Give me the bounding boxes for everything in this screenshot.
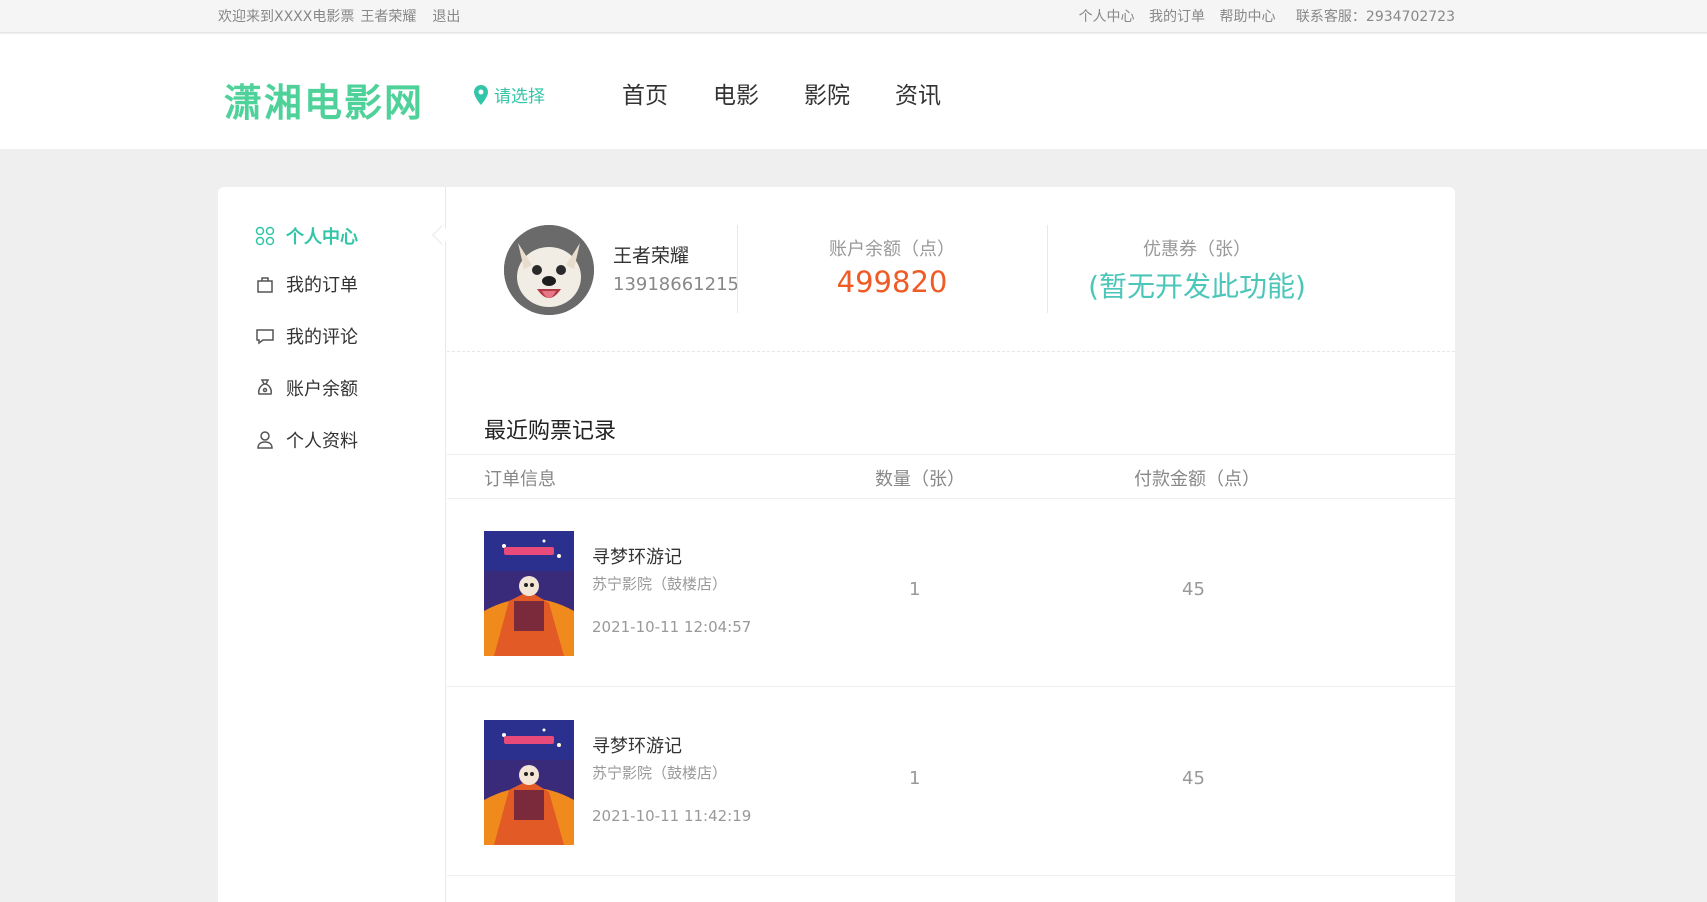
top-link-help[interactable]: 帮助中心 (1219, 9, 1275, 25)
top-link-orders[interactable]: 我的订单 (1149, 9, 1205, 25)
city-selector[interactable]: 请选择 (474, 82, 545, 107)
site-logo[interactable]: 潇湘电影网 (224, 72, 424, 127)
movie-title[interactable]: 寻梦环游记 (592, 732, 682, 758)
order-amount: 45 (1182, 579, 1205, 600)
sidebar-item-label: 个人资料 (286, 431, 358, 452)
profile-name: 王者荣耀 (613, 245, 690, 267)
site-header: 潇湘电影网 请选择 首页 电影 影院 资讯 (0, 34, 1707, 149)
balance-value: 499820 (836, 265, 948, 299)
sidebar-item-label: 账户余额 (286, 379, 358, 400)
movie-poster[interactable] (484, 720, 574, 845)
nav-movies[interactable]: 电影 (713, 83, 759, 109)
coupon-value: (暂无开发此功能) (1088, 270, 1306, 303)
sidebar-item-label: 个人中心 (286, 227, 358, 248)
profile-summary: 王者荣耀 13918661215 账户余额（点） 499820 优惠券（张） (… (447, 187, 1455, 352)
movie-poster[interactable] (484, 531, 574, 656)
logout-link[interactable]: 退出 (432, 9, 460, 25)
order-time: 2021-10-11 11:42:19 (592, 807, 752, 825)
nav-cinemas[interactable]: 影院 (804, 83, 850, 109)
order-quantity: 1 (909, 579, 921, 600)
bag-icon (254, 273, 276, 295)
sidebar-item-personal-info[interactable]: 个人资料 (254, 427, 358, 453)
records-table-header: 订单信息 数量（张） 付款金额（点） (447, 454, 1455, 499)
table-row[interactable]: 寻梦环游记 苏宁影院（鼓楼店） 2021-10-11 12:04:57 1 45 (447, 499, 1455, 687)
comment-icon (254, 325, 276, 347)
sidebar-item-label: 我的订单 (286, 275, 358, 296)
records-title: 最近购票记录 (484, 419, 617, 444)
city-label: 请选择 (494, 87, 545, 107)
column-order-info: 订单信息 (484, 469, 556, 490)
sidebar: 个人中心 我的订单 我的评论 账户余额 个人资料 (218, 187, 446, 902)
table-row[interactable]: 寻梦环游记 苏宁影院（鼓楼店） 2021-10-11 11:42:19 1 45 (447, 688, 1455, 876)
coupon-label: 优惠券（张） (1143, 239, 1251, 260)
column-quantity: 数量（张） (875, 469, 965, 490)
balance-label: 账户余额（点） (829, 239, 955, 260)
sidebar-item-comments[interactable]: 我的评论 (254, 323, 358, 349)
nav-home[interactable]: 首页 (622, 83, 668, 109)
grid-icon (254, 225, 276, 247)
sidebar-item-orders[interactable]: 我的订单 (254, 271, 358, 297)
money-bag-icon (254, 377, 276, 399)
top-bar: 欢迎来到XXXX电影票 王者荣耀 退出 个人中心 我的订单 帮助中心 联系客服：29… (0, 0, 1707, 33)
order-quantity: 1 (909, 768, 921, 789)
avatar[interactable] (504, 225, 594, 315)
user-center-card: 个人中心 我的订单 我的评论 账户余额 个人资料 王者荣耀 1391866121… (218, 187, 1455, 902)
cinema-name: 苏宁影院（鼓楼店） (592, 575, 728, 593)
top-username[interactable]: 王者荣耀 (360, 9, 416, 25)
contact-text: 联系客服：2934702723 (1295, 9, 1455, 25)
top-link-profile[interactable]: 个人中心 (1079, 9, 1135, 25)
cinema-name: 苏宁影院（鼓楼店） (592, 764, 728, 782)
order-time: 2021-10-11 12:04:57 (592, 618, 752, 636)
nav-news[interactable]: 资讯 (895, 83, 941, 109)
welcome-text: 欢迎来到XXXX电影票 (218, 9, 355, 25)
order-amount: 45 (1182, 768, 1205, 789)
sidebar-item-label: 我的评论 (286, 327, 358, 348)
movie-title[interactable]: 寻梦环游记 (592, 543, 682, 569)
user-icon (254, 429, 276, 451)
profile-phone: 13918661215 (613, 274, 739, 295)
column-amount: 付款金额（点） (1134, 469, 1260, 490)
sidebar-item-profile-center[interactable]: 个人中心 (254, 223, 358, 249)
sidebar-item-balance[interactable]: 账户余额 (254, 375, 358, 401)
location-pin-icon (474, 85, 488, 105)
main-nav: 首页 电影 影院 资讯 (622, 76, 986, 110)
